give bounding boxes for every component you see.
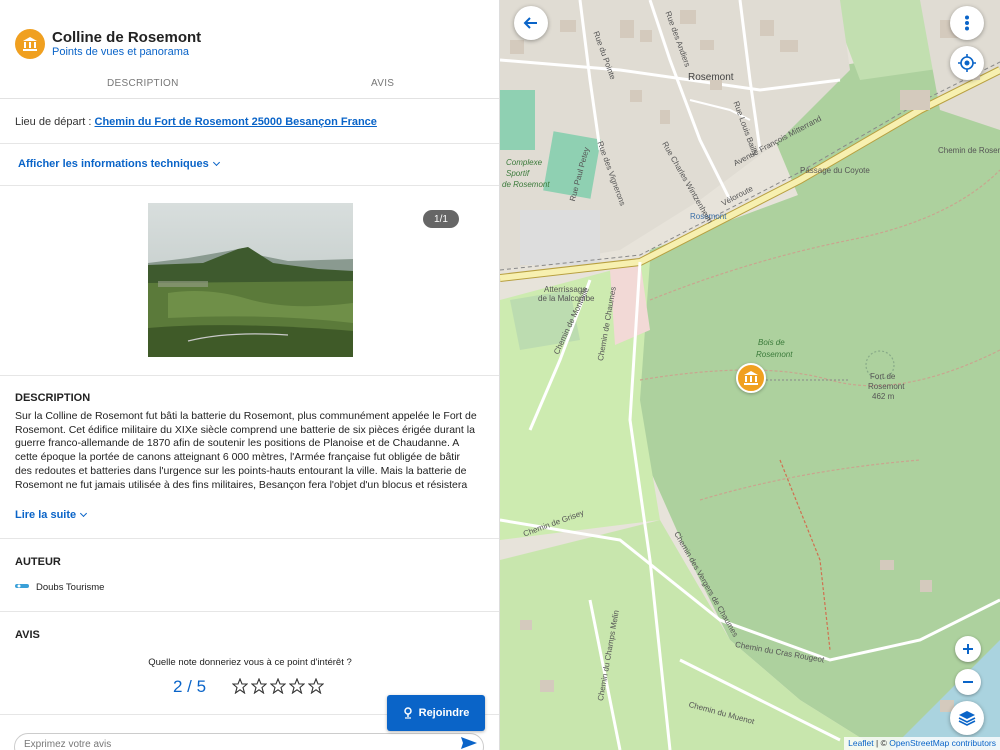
poi-header: Colline de Rosemont Points de vues et pa… [0,0,499,66]
join-button-label: Rejoindre [418,707,470,719]
divider [0,538,499,539]
tab-avis[interactable]: AVIS [371,78,394,89]
divider [0,185,499,186]
layers-icon [958,711,976,726]
tech-info-label: Afficher les informations techniques [18,158,209,170]
attribution-separator: | © [873,738,890,748]
poi-category[interactable]: Points de vues et panorama [52,46,189,58]
photo-counter: 1/1 [423,210,459,228]
divider [0,143,499,144]
map-label-sportif: Sportif [506,169,530,178]
minus-icon [963,681,973,683]
map-attribution: Leaflet | © OpenStreetMap contributors [844,737,1000,750]
tab-bar: DESCRIPTION AVIS [0,66,499,99]
star-icon[interactable] [251,678,267,694]
more-options-button[interactable] [950,6,984,40]
star-icon[interactable] [289,678,305,694]
location-pin-icon [403,707,412,719]
map-label-complexe: Complexe [506,158,543,167]
poi-map-marker[interactable] [736,363,766,393]
map-label-rosemont: Rosemont [688,72,734,83]
more-vertical-icon [965,15,969,31]
join-button[interactable]: Rejoindre [387,695,485,731]
doubs-tourisme-logo [15,584,29,588]
map[interactable]: Rosemont Bois de Rosemont Fort de Rosemo… [500,0,1000,750]
arrow-left-icon [523,17,537,29]
tab-description[interactable]: DESCRIPTION [107,78,179,89]
rating-stars [232,678,324,694]
app: Colline de Rosemont Points de vues et pa… [0,0,1000,750]
osm-link[interactable]: OpenStreetMap contributors [889,738,996,748]
send-icon[interactable] [460,736,478,750]
monument-icon [744,371,758,385]
plus-icon [963,644,973,654]
map-label-chemin-rosemont: Chemin de Rosemont [938,146,1000,155]
back-button[interactable] [514,6,548,40]
read-more-label: Lire la suite [15,509,77,521]
description-heading: DESCRIPTION [15,392,91,404]
map-label-fort: Fort de [870,372,896,381]
reviews-heading: AVIS [15,629,40,641]
start-location: Lieu de départ : Chemin du Fort de Rosem… [15,116,377,128]
divider [0,611,499,612]
read-more-link[interactable]: Lire la suite [15,509,88,521]
map-label-fort-altitude: 462 m [872,392,895,401]
start-location-link[interactable]: Chemin du Fort de Rosemont 25000 Besanço… [95,116,377,128]
star-icon[interactable] [270,678,286,694]
start-location-label: Lieu de départ : [15,116,92,128]
chevron-down-icon [80,509,88,518]
leaflet-link[interactable]: Leaflet [848,738,874,748]
zoom-in-button[interactable] [955,636,981,662]
rating-score: 2 / 5 [173,677,207,696]
zoom-out-button[interactable] [955,669,981,695]
divider [0,375,499,376]
author-name: Doubs Tourisme [36,582,105,593]
tech-info-toggle[interactable]: Afficher les informations techniques [18,158,220,170]
locate-me-button[interactable] [950,46,984,80]
map-label-passage-coyote: Passage du Coyote [800,166,870,175]
map-label-fort-2: Rosemont [868,382,905,391]
map-label-bois: Bois de [758,338,785,347]
author-heading: AUTEUR [15,556,61,568]
monument-icon [15,29,45,59]
comment-placeholder: Exprimez votre avis [24,739,112,750]
description-text: Sur la Colline de Rosemont fut bâti la b… [15,410,477,491]
poi-detail-panel: Colline de Rosemont Points de vues et pa… [0,0,500,750]
map-label-bois-2: Rosemont [756,350,793,359]
star-icon[interactable] [308,678,324,694]
poi-title: Colline de Rosemont [52,29,202,46]
map-label-de-rosemont: de Rosemont [502,180,550,189]
rating-question: Quelle note donneriez vous à ce point d'… [148,657,352,668]
crosshair-icon [958,54,976,72]
star-icon[interactable] [232,678,248,694]
layers-button[interactable] [950,701,984,735]
chevron-down-icon [212,158,220,167]
poi-photo[interactable] [148,203,353,357]
